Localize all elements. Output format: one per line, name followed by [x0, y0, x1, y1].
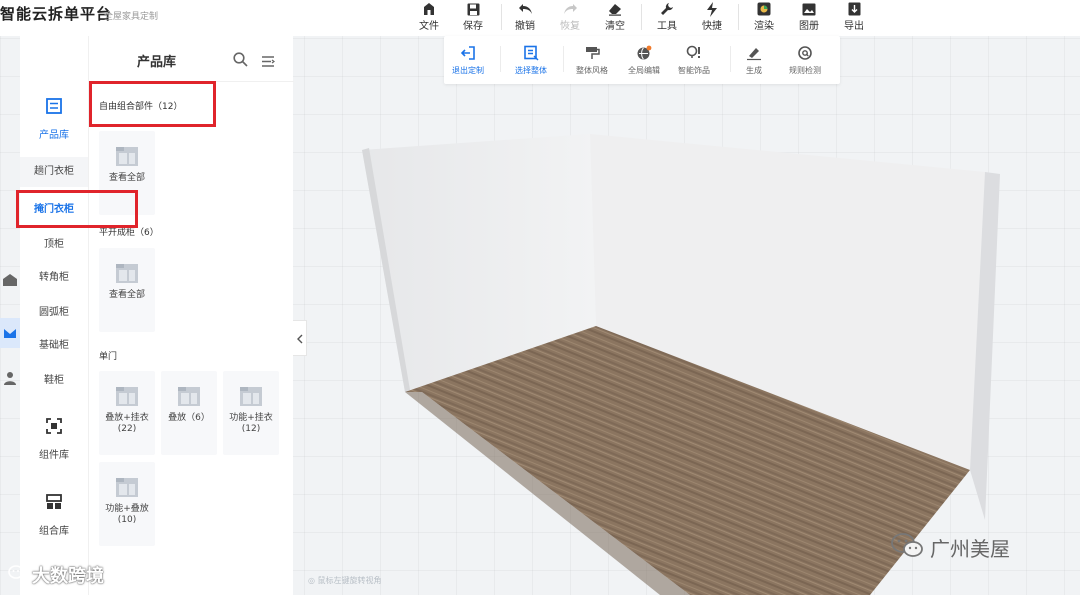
rail-sub-sliding-wardrobe[interactable]: 趟门衣柜 — [20, 157, 88, 187]
redo-icon — [562, 1, 578, 17]
viewport-hint: ◎ 鼠标左键旋转视角 — [308, 576, 382, 585]
render-button[interactable]: 渲染 — [744, 0, 784, 36]
cabinet-thumb-icon — [239, 385, 263, 407]
search-icon[interactable] — [233, 52, 248, 71]
home-file-icon — [421, 1, 437, 17]
smart-decor-button[interactable]: 智能饰品 — [678, 44, 710, 80]
category-rail: 产品库 趟门衣柜 掩门衣柜 顶柜 转角柜 圆弧柜 基础柜 鞋柜 组件库 组合库 — [20, 36, 88, 595]
cabinet-strip-icon[interactable] — [0, 318, 20, 348]
panel-title: 产品库 — [137, 55, 177, 70]
wechat-logo-icon — [8, 564, 28, 586]
file-button[interactable]: 文件 — [409, 0, 449, 36]
app-title: 智能云拆单平台 — [0, 5, 113, 23]
home-strip-icon[interactable] — [0, 268, 20, 292]
wechat-logo-icon — [890, 532, 924, 563]
wrench-icon — [659, 1, 675, 17]
select-all-icon — [522, 44, 540, 62]
rail-combo-library[interactable]: 组合库 — [20, 494, 88, 537]
rail-sub-arc-cabinet[interactable]: 圆弧柜 — [20, 303, 88, 318]
component-library-icon — [46, 418, 62, 438]
cabinet-thumb-icon — [115, 262, 139, 284]
select-all-button[interactable]: 选择整体 — [515, 44, 547, 80]
card-view-all-hinged[interactable]: 查看全部 — [99, 248, 155, 332]
subtoolbar-divider — [500, 46, 501, 72]
global-edit-button[interactable]: 全局编辑 — [628, 44, 660, 80]
exit-custom-button[interactable]: 退出定制 — [452, 44, 484, 80]
cabinet-thumb-icon — [115, 145, 139, 167]
generate-icon — [745, 44, 763, 62]
album-button[interactable]: 图册 — [789, 0, 829, 36]
edit-subtoolbar: 退出定制 选择整体 整体风格 全局编辑 智能饰品 生成 规则检测 — [444, 36, 840, 84]
product-library-icon — [46, 98, 62, 118]
overall-style-button[interactable]: 整体风格 — [576, 44, 608, 80]
panel-collapse-handle[interactable] — [293, 320, 307, 356]
user-strip-icon[interactable] — [0, 366, 20, 390]
rail-product-library[interactable]: 产品库 — [20, 98, 88, 141]
cabinet-thumb-icon — [115, 385, 139, 407]
highlight-box-free-combo — [89, 81, 216, 127]
filter-list-icon[interactable] — [261, 53, 275, 72]
toolbar-divider — [738, 4, 739, 30]
watermark-left: 大数跨境 — [8, 562, 104, 588]
watermark-right: 广州美屋 — [890, 532, 1010, 563]
save-icon — [465, 1, 481, 17]
eraser-icon — [607, 1, 623, 17]
panel-header: 产品库 — [89, 36, 294, 82]
subtoolbar-divider — [730, 46, 731, 72]
card-function-hang[interactable]: 功能+挂衣 (12) — [223, 371, 279, 455]
subtoolbar-divider — [563, 46, 564, 72]
combo-library-icon — [46, 494, 62, 514]
redo-button[interactable]: 恢复 — [550, 0, 590, 36]
top-toolbar: 智能云拆单平台 全屋家具定制 文件 保存 撤销 恢复 清空 工具 快捷 渲染 图… — [0, 0, 1080, 36]
smart-decor-icon — [685, 44, 703, 62]
rail-sub-top-cabinet[interactable]: 顶柜 — [20, 235, 88, 250]
global-edit-icon — [635, 44, 653, 62]
shortcut-button[interactable]: 快捷 — [692, 0, 732, 36]
export-button[interactable]: 导出 — [834, 0, 874, 36]
tools-button[interactable]: 工具 — [647, 0, 687, 36]
rail-sub-shoe-cabinet[interactable]: 鞋柜 — [20, 371, 88, 386]
undo-button[interactable]: 撤销 — [505, 0, 545, 36]
rule-check-icon — [796, 44, 814, 62]
section-title-single-door: 单门 — [99, 352, 118, 362]
rail-sub-corner-cabinet[interactable]: 转角柜 — [20, 268, 88, 283]
album-icon — [801, 1, 817, 17]
style-brush-icon — [583, 44, 601, 62]
rail-component-library[interactable]: 组件库 — [20, 418, 88, 461]
generate-button[interactable]: 生成 — [745, 44, 763, 80]
rail-sub-base-cabinet[interactable]: 基础柜 — [20, 336, 88, 351]
toolbar-divider — [641, 4, 642, 30]
chevron-left-icon — [296, 329, 303, 348]
card-function-stack[interactable]: 功能+叠放 (10) — [99, 462, 155, 546]
toolbar-divider — [501, 4, 502, 30]
highlight-box-hinged-wardrobe — [16, 190, 138, 228]
render-icon — [756, 1, 772, 17]
card-stack-hang[interactable]: 叠放+挂衣 (22) — [99, 371, 155, 455]
undo-icon — [517, 1, 533, 17]
app-subtitle: 全屋家具定制 — [104, 12, 159, 22]
clear-button[interactable]: 清空 — [595, 0, 635, 36]
cabinet-thumb-icon — [115, 476, 139, 498]
exit-icon — [459, 44, 477, 62]
export-icon — [846, 1, 862, 17]
rule-check-button[interactable]: 规则检测 — [789, 44, 821, 80]
lightning-icon — [704, 1, 720, 17]
card-stack[interactable]: 叠放（6） — [161, 371, 217, 455]
save-button[interactable]: 保存 — [453, 0, 493, 36]
cabinet-thumb-icon — [177, 385, 201, 407]
